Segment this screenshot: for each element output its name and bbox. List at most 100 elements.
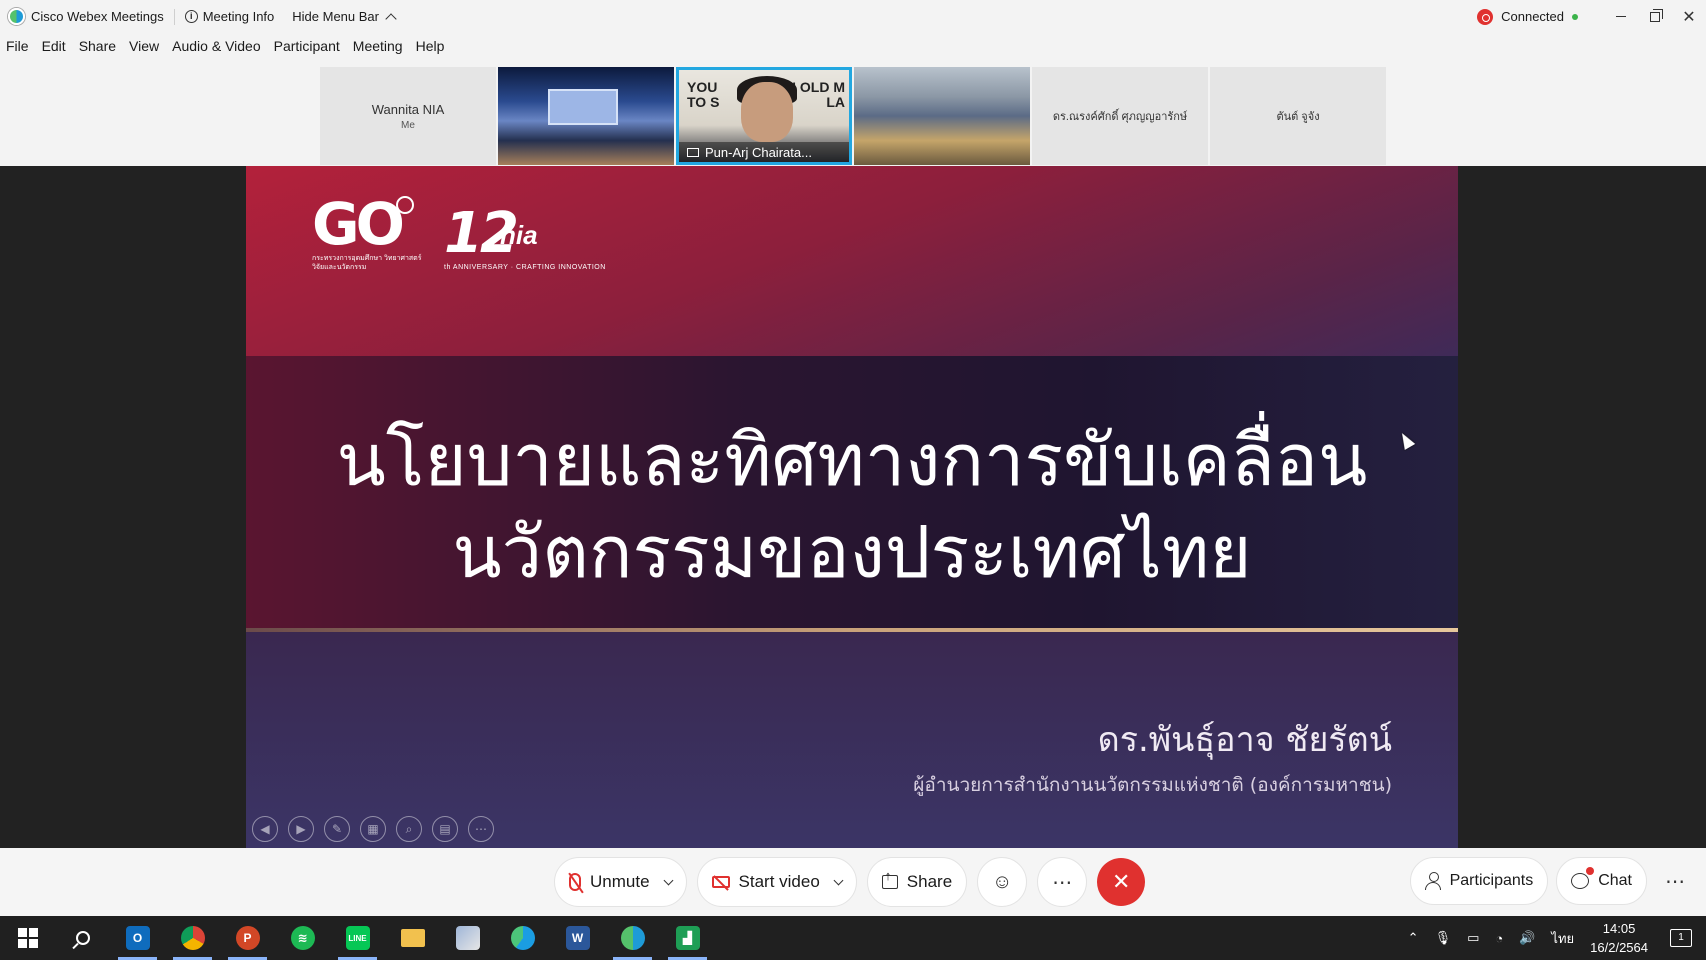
connection-status: Connected: [1501, 9, 1564, 24]
clock-time: 14:05: [1602, 921, 1636, 936]
slide-title-line-2: นวัตกรรมของประเทศไทย: [452, 510, 1252, 594]
webex-icon: [620, 926, 645, 950]
more-options-button[interactable]: ⋯: [1037, 857, 1088, 907]
menu-edit[interactable]: Edit: [42, 38, 66, 62]
input-language[interactable]: ไทย: [1551, 928, 1574, 949]
taskbar-spotify[interactable]: ≋: [275, 916, 330, 960]
taskbar-word[interactable]: W: [550, 916, 605, 960]
title-bar: Cisco Webex Meetings i Meeting Info Hide…: [0, 0, 1706, 33]
chevron-down-icon[interactable]: [833, 875, 844, 885]
participants-button[interactable]: Participants: [1409, 857, 1549, 905]
restore-button[interactable]: [1638, 0, 1672, 33]
chat-icon: [1571, 867, 1595, 889]
participant-tile-hall-video[interactable]: [498, 67, 674, 165]
recording-icon[interactable]: [1477, 8, 1494, 25]
battery-icon[interactable]: ▭: [1467, 930, 1479, 946]
menu-view[interactable]: View: [129, 38, 159, 62]
meeting-controls-bar: Unmute Start video Share ☺ ⋯ ✕ Participa…: [0, 848, 1706, 916]
menu-participant[interactable]: Participant: [274, 38, 340, 62]
subtitles-icon[interactable]: ▤: [432, 816, 458, 842]
participant-tile-active-speaker[interactable]: YOU TO S AN OLD M LA Pun-Arj Chairata...: [676, 67, 852, 165]
taskbar-edge[interactable]: [495, 916, 550, 960]
slide-grid-icon[interactable]: ▦: [360, 816, 386, 842]
meeting-info-button[interactable]: i Meeting Info: [184, 9, 274, 24]
participant-name: Wannita NIA: [371, 101, 445, 117]
chevron-down-icon[interactable]: [663, 875, 673, 885]
taskbar-file-explorer[interactable]: [385, 916, 440, 960]
outlook-icon: O: [125, 926, 150, 950]
slide-more-icon[interactable]: ⋯: [468, 816, 494, 842]
presenter-name: ดร.พันธุ์อาจ ชัยรัตน์: [1097, 720, 1392, 760]
volume-icon[interactable]: 🔊: [1519, 930, 1535, 946]
minimize-button[interactable]: [1604, 0, 1638, 33]
participant-name: ตันต์ จูจัง: [1276, 111, 1320, 123]
start-button[interactable]: [0, 916, 55, 960]
title-divider: [173, 8, 175, 25]
menu-audio-video[interactable]: Audio & Video: [172, 38, 260, 62]
wifi-icon[interactable]: ◔: [1495, 931, 1503, 946]
image-viewer-icon: [455, 926, 480, 950]
notification-center-icon[interactable]: 1: [1670, 929, 1692, 947]
menu-meeting[interactable]: Meeting: [353, 38, 403, 62]
search-icon: [75, 931, 90, 945]
taskbar-line[interactable]: LINE: [330, 916, 385, 960]
previous-slide-icon[interactable]: ◀: [252, 816, 278, 842]
participants-label: Participants: [1449, 872, 1534, 889]
participant-tile-me[interactable]: Wannita NIA Me: [320, 67, 496, 165]
screen-share-icon: [687, 147, 699, 157]
chrome-icon: [180, 926, 205, 950]
shared-slide: GO กระทรวงการอุดมศึกษา วิทยาศาสตร์ วิจัย…: [246, 166, 1458, 848]
share-label: Share: [906, 872, 953, 891]
taskbar-chrome[interactable]: [165, 916, 220, 960]
chat-label: Chat: [1598, 872, 1632, 889]
taskbar-webex[interactable]: [605, 916, 660, 960]
menu-share[interactable]: Share: [79, 38, 116, 62]
panel-more-icon[interactable]: ⋯: [1655, 869, 1696, 894]
menu-file[interactable]: File: [6, 38, 29, 62]
word-icon: W: [565, 926, 590, 950]
pen-icon[interactable]: ✎: [324, 816, 350, 842]
info-icon: i: [184, 10, 198, 23]
share-icon: [881, 868, 898, 889]
edge-icon: [510, 926, 535, 950]
reactions-button[interactable]: ☺: [977, 857, 1028, 907]
next-slide-icon[interactable]: ▶: [288, 816, 314, 842]
share-button[interactable]: Share: [866, 857, 968, 907]
zoom-icon[interactable]: ⌕: [396, 816, 422, 842]
unmute-button[interactable]: Unmute: [554, 857, 687, 907]
line-icon: LINE: [345, 926, 370, 950]
taskbar-app-green[interactable]: ▟: [660, 916, 715, 960]
participant-tile-5[interactable]: ตันต์ จูจัง: [1210, 67, 1386, 165]
participant-tile-4[interactable]: ดร.ณรงค์ศักดิ์ ศุภญญอารักษ์: [1032, 67, 1208, 165]
microphone-muted-icon: [569, 873, 581, 891]
clock[interactable]: 14:05 16/2/2564: [1590, 919, 1648, 957]
chat-button[interactable]: Chat: [1556, 857, 1647, 905]
participant-name: ดร.ณรงค์ศักดิ์ ศุภญญอารักษ์: [1052, 111, 1188, 123]
taskbar-photo-app[interactable]: [440, 916, 495, 960]
start-video-button[interactable]: Start video: [696, 857, 857, 907]
taskbar-outlook[interactable]: O: [110, 916, 165, 960]
end-meeting-button[interactable]: ✕: [1097, 858, 1146, 906]
taskbar-powerpoint[interactable]: P: [220, 916, 275, 960]
start-video-label: Start video: [738, 872, 820, 891]
show-hidden-icons-icon[interactable]: ⌃: [1408, 930, 1419, 946]
close-window-button[interactable]: ✕: [1672, 0, 1706, 33]
hide-menu-bar-button[interactable]: Hide Menu Bar: [292, 9, 397, 25]
spotify-icon: ≋: [290, 926, 315, 950]
speaker-name: Pun-Arj Chairata...: [705, 144, 812, 160]
taskbar-search-button[interactable]: [55, 916, 110, 960]
speaker-face: [741, 82, 793, 142]
participant-tile-audience-video[interactable]: [854, 67, 1030, 165]
meeting-controls-center: Unmute Start video Share ☺ ⋯ ✕: [554, 857, 1146, 907]
unmute-label: Unmute: [590, 872, 650, 891]
speaker-name-bar: Pun-Arj Chairata...: [679, 142, 849, 162]
smiley-icon: ☺: [991, 870, 1013, 893]
chat-notification-badge: [1586, 867, 1595, 875]
system-tray: ⌃ 🎙 ▭ ◔ 🔊 ไทย 14:05 16/2/2564 1: [1408, 916, 1706, 960]
windows-logo-icon: [17, 928, 38, 948]
app-title: Cisco Webex Meetings: [0, 8, 164, 25]
menu-bar: File Edit Share View Audio & Video Parti…: [0, 38, 457, 62]
microphone-icon[interactable]: 🎙: [1435, 930, 1452, 946]
chart-app-icon: ▟: [675, 926, 700, 950]
menu-help[interactable]: Help: [416, 38, 445, 62]
